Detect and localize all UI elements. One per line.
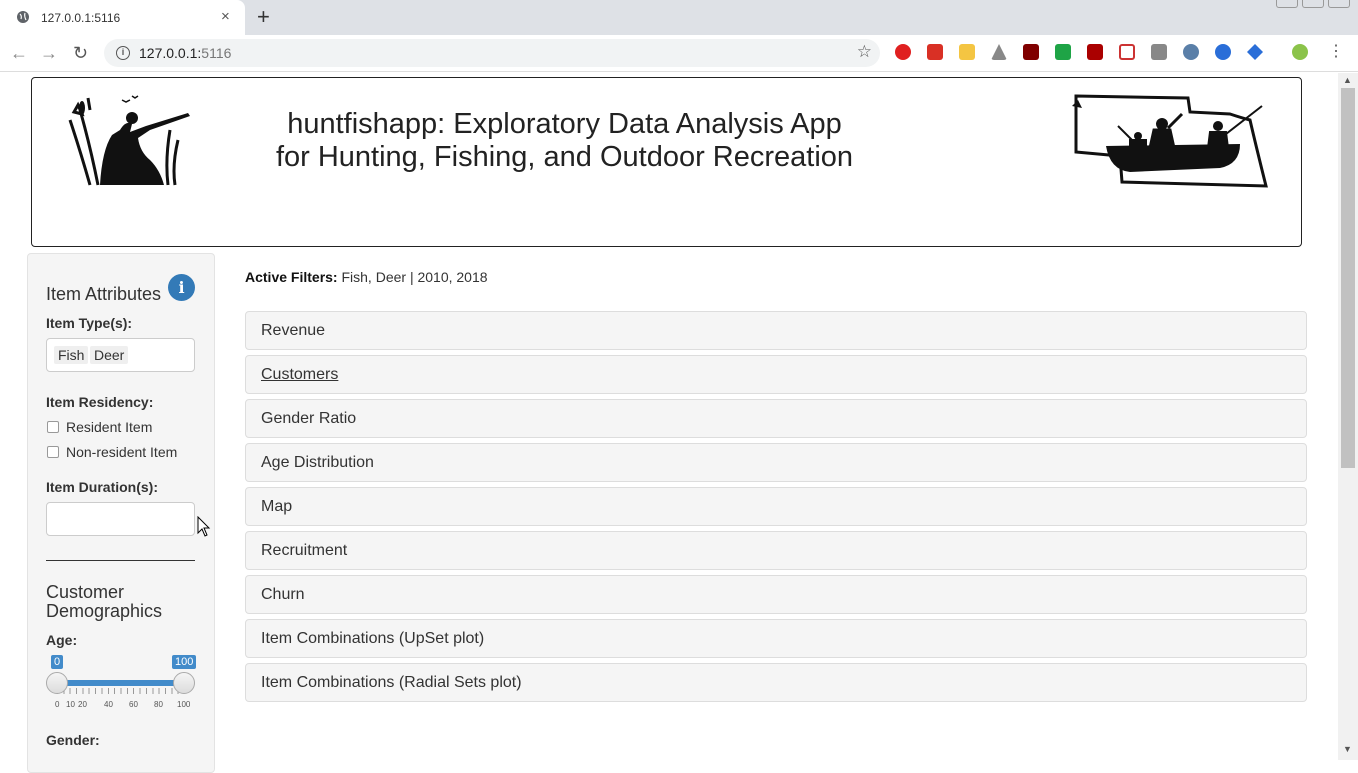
folder-extension-icon[interactable]: [959, 44, 975, 60]
browser-toolbar: ← → ↻ i 127.0.0.1:5116 ☆ ⋮: [0, 35, 1358, 72]
page-content: huntfishapp: Exploratory Data Analysis A…: [0, 73, 1338, 773]
forward-icon[interactable]: →: [40, 43, 58, 63]
item-duration-label: Item Duration(s):: [46, 479, 158, 495]
reload-icon[interactable]: ↻: [73, 43, 88, 63]
item-type-chip[interactable]: Deer: [90, 346, 129, 364]
panel-revenue[interactable]: Revenue: [245, 311, 1307, 350]
drive-extension-icon[interactable]: [991, 44, 1007, 60]
item-duration-input[interactable]: [46, 502, 195, 536]
panel-customers[interactable]: Customers: [245, 355, 1307, 394]
minimize-button[interactable]: [1276, 0, 1298, 8]
age-tick-label: 0: [55, 700, 60, 709]
profile-avatar[interactable]: [1292, 44, 1308, 60]
panel-title[interactable]: Recruitment: [261, 542, 347, 560]
menu-icon[interactable]: ⋮: [1328, 42, 1344, 62]
item-attributes-heading: Item Attributes: [46, 284, 162, 304]
age-max-badge: 100: [172, 655, 197, 669]
age-tick-label: 60: [129, 700, 138, 709]
age-tick-label: 80: [154, 700, 163, 709]
panel-gender-ratio[interactable]: Gender Ratio: [245, 399, 1307, 438]
browser-tabbar: 127.0.0.1:5116 × +: [0, 0, 1358, 35]
panel-title[interactable]: Revenue: [261, 322, 325, 340]
panel-title[interactable]: Map: [261, 498, 292, 516]
resident-item-checkbox[interactable]: [47, 421, 59, 433]
panel-map[interactable]: Map: [245, 487, 1307, 526]
hunter-logo: [68, 95, 190, 186]
adblock-extension-icon[interactable]: [895, 44, 911, 60]
scroll-up-icon[interactable]: ▲: [1343, 75, 1352, 85]
age-tick-label: 10: [66, 700, 75, 709]
globe-icon: [17, 11, 29, 23]
non-resident-item-option[interactable]: Non-resident Item: [46, 444, 177, 460]
age-max-handle[interactable]: [173, 672, 195, 694]
plus-extension-icon[interactable]: [1055, 44, 1071, 60]
address-bar[interactable]: i 127.0.0.1:5116 ☆: [104, 39, 880, 67]
age-slider-track[interactable]: [57, 680, 184, 686]
browser-tab[interactable]: 127.0.0.1:5116 ×: [0, 0, 245, 35]
panel-title[interactable]: Item Combinations (UpSet plot): [261, 630, 484, 648]
panel-title[interactable]: Customers: [261, 366, 338, 384]
tab-close-icon[interactable]: ×: [221, 8, 230, 26]
age-min-handle[interactable]: [46, 672, 68, 694]
window-controls: [1276, 0, 1350, 8]
customer-demographics-heading: Customer Demographics: [46, 582, 163, 621]
panel-upset-plot[interactable]: Item Combinations (UpSet plot): [245, 619, 1307, 658]
non-resident-item-checkbox[interactable]: [47, 446, 59, 458]
mouse-cursor-icon: [197, 516, 211, 537]
pocket-extension-icon[interactable]: [1119, 44, 1135, 60]
ublock-extension-icon[interactable]: [1023, 44, 1039, 60]
item-residency-label: Item Residency:: [46, 394, 154, 410]
gender-label: Gender:: [46, 732, 100, 748]
active-filters-value: Fish, Deer | 2010, 2018: [341, 269, 488, 285]
extension-icon[interactable]: [927, 44, 943, 60]
back-icon[interactable]: ←: [10, 43, 28, 63]
search-extension-icon[interactable]: [1183, 44, 1199, 60]
nebraska-boat-logo: [1072, 94, 1268, 188]
active-filters-label: Active Filters:: [245, 269, 338, 285]
maximize-button[interactable]: [1302, 0, 1324, 8]
panel-title[interactable]: Churn: [261, 586, 305, 604]
header-banner: huntfishapp: Exploratory Data Analysis A…: [31, 77, 1302, 247]
diamond-extension-icon[interactable]: [1247, 44, 1263, 60]
ghost-extension-icon[interactable]: [1215, 44, 1231, 60]
item-types-label: Item Type(s):: [46, 315, 133, 331]
age-tick-label: 100: [177, 700, 191, 709]
resident-item-label: Resident Item: [66, 419, 153, 435]
window-close-button[interactable]: [1328, 0, 1350, 8]
item-type-chip[interactable]: Fish: [54, 346, 89, 364]
bookmark-star-icon[interactable]: ☆: [857, 42, 872, 62]
age-tick-label: 20: [78, 700, 87, 709]
page-scrollbar[interactable]: ▲ ▼: [1338, 73, 1358, 760]
panel-radial-sets-plot[interactable]: Item Combinations (Radial Sets plot): [245, 663, 1307, 702]
sidebar-panel: Item Attributes i Item Type(s): Fish Dee…: [27, 253, 215, 773]
scroll-thumb[interactable]: [1341, 88, 1355, 468]
panel-recruitment[interactable]: Recruitment: [245, 531, 1307, 570]
age-label: Age:: [46, 632, 78, 648]
item-types-select[interactable]: Fish Deer: [46, 338, 195, 372]
url-text: 127.0.0.1:5116: [139, 45, 232, 61]
age-tick-label: 40: [104, 700, 113, 709]
age-min-badge: 0: [51, 655, 64, 669]
sidebar-divider: [46, 560, 195, 561]
panel-title[interactable]: Item Combinations (Radial Sets plot): [261, 674, 522, 692]
new-tab-button[interactable]: +: [257, 5, 270, 29]
resident-item-option[interactable]: Resident Item: [46, 419, 152, 435]
panel-title[interactable]: Gender Ratio: [261, 410, 356, 428]
pdf-extension-icon[interactable]: [1087, 44, 1103, 60]
info-icon[interactable]: i: [116, 46, 130, 60]
age-slider-ticks: [57, 688, 184, 694]
non-resident-item-label: Non-resident Item: [66, 444, 178, 460]
grid-extension-icon[interactable]: [1151, 44, 1167, 60]
scroll-down-icon[interactable]: ▼: [1343, 744, 1352, 754]
app-title: huntfishapp: Exploratory Data Analysis A…: [275, 108, 854, 173]
tab-title: 127.0.0.1:5116: [41, 11, 121, 25]
panel-churn[interactable]: Churn: [245, 575, 1307, 614]
active-filters: Active Filters: Fish, Deer | 2010, 2018: [245, 269, 488, 285]
panel-title[interactable]: Age Distribution: [261, 454, 374, 472]
panel-age-distribution[interactable]: Age Distribution: [245, 443, 1307, 482]
info-icon[interactable]: i: [168, 274, 195, 301]
